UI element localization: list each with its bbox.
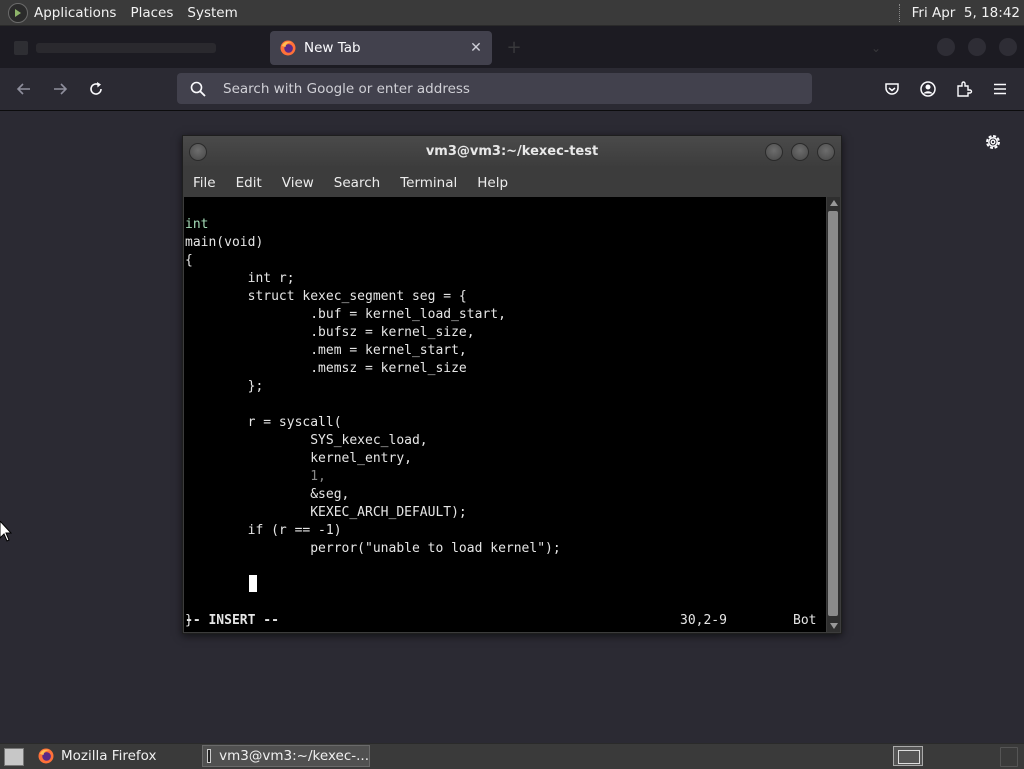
maximize-icon[interactable]: [791, 143, 809, 161]
taskbar-firefox-label: Mozilla Firefox: [61, 748, 157, 764]
taskbar-terminal-label: vm3@vm3:~/kexec-...: [219, 748, 369, 764]
pocket-icon[interactable]: [880, 77, 904, 101]
panel-clock[interactable]: Fri Apr 5, 18:42: [912, 5, 1020, 21]
panel-separator: [898, 3, 902, 22]
code-line: int: [185, 217, 209, 232]
gear-icon[interactable]: [982, 131, 1004, 153]
vim-mode-indicator: -- INSERT --: [185, 613, 279, 628]
code-line: perror("unable to load kernel");: [185, 541, 561, 556]
show-desktop-icon[interactable]: [4, 748, 24, 766]
scroll-up-arrow-icon[interactable]: [830, 200, 838, 206]
terminal-scrollbar[interactable]: [827, 197, 840, 632]
browser-tab-bar: New Tab ✕ + ⌄: [0, 26, 1024, 68]
bottom-panel: Mozilla Firefox vm3@vm3:~/kexec-...: [0, 743, 1024, 769]
menu-terminal[interactable]: Terminal: [390, 175, 467, 191]
code-line: if (r == -1): [185, 523, 342, 538]
firefox-logo-icon: [280, 40, 296, 56]
scroll-down-arrow-icon[interactable]: [830, 623, 838, 629]
close-tab-icon[interactable]: ✕: [466, 40, 486, 56]
browser-nav-bar: [0, 68, 1024, 111]
menu-search[interactable]: Search: [324, 175, 390, 191]
code-line: .mem = kernel_start,: [185, 343, 467, 358]
menu-view[interactable]: View: [272, 175, 324, 191]
list-tabs-chevron-icon[interactable]: ⌄: [866, 38, 886, 58]
tab-title-placeholder: [36, 43, 216, 53]
code-line: .buf = kernel_load_start,: [185, 307, 506, 322]
vim-scroll-position: Bot: [793, 613, 817, 628]
menu-system[interactable]: System: [187, 5, 237, 21]
menu-help[interactable]: Help: [467, 175, 518, 191]
back-arrow-icon[interactable]: [12, 77, 36, 101]
close-icon[interactable]: [817, 143, 835, 161]
vim-cursor-position: 30,2-9: [680, 613, 727, 628]
code-line: main(void): [185, 235, 264, 250]
code-line: kernel_entry,: [185, 451, 412, 466]
applications-logo-icon[interactable]: [8, 2, 28, 23]
menu-edit[interactable]: Edit: [226, 175, 272, 191]
code-line: };: [185, 379, 264, 394]
terminal-title: vm3@vm3:~/kexec-test: [425, 144, 599, 159]
reload-icon[interactable]: [84, 77, 108, 101]
code-line: SYS_kexec_load,: [185, 433, 428, 448]
address-input[interactable]: [221, 79, 812, 98]
code-line: &seg,: [185, 487, 350, 502]
background-tab[interactable]: [8, 34, 268, 62]
text-cursor: [249, 575, 257, 592]
mouse-pointer-icon: [0, 521, 12, 542]
menu-places[interactable]: Places: [130, 5, 173, 21]
menu-applications[interactable]: Applications: [34, 5, 116, 21]
workspace-switcher[interactable]: [893, 746, 923, 766]
menu-file[interactable]: File: [183, 175, 226, 191]
forward-arrow-icon[interactable]: [48, 77, 72, 101]
minimize-window-icon[interactable]: [937, 38, 955, 56]
search-icon: [190, 81, 206, 97]
terminal-menubar: File Edit View Search Terminal Help: [183, 168, 841, 197]
trash-icon[interactable]: [1000, 747, 1018, 767]
code-line: .bufsz = kernel_size,: [185, 325, 475, 340]
taskbar-firefox[interactable]: Mozilla Firefox: [34, 745, 198, 767]
firefox-logo-icon: [38, 748, 54, 764]
maximize-window-icon[interactable]: [968, 38, 986, 56]
code-line: int r;: [185, 271, 295, 286]
tab-favicon-icon: [14, 41, 28, 55]
code-line: {: [185, 253, 193, 268]
new-tab-button[interactable]: +: [504, 38, 524, 58]
hamburger-menu-icon[interactable]: [988, 77, 1012, 101]
terminal-window[interactable]: vm3@vm3:~/kexec-test File Edit View Sear…: [182, 135, 842, 634]
terminal-text-area[interactable]: int main(void) { int r; struct kexec_seg…: [184, 197, 826, 632]
account-icon[interactable]: [916, 77, 940, 101]
terminal-titlebar[interactable]: vm3@vm3:~/kexec-test: [183, 136, 841, 168]
code-line: KEXEC_ARCH_DEFAULT);: [185, 505, 467, 520]
minimize-icon[interactable]: [765, 143, 783, 161]
top-panel: Applications Places System Fri Apr 5, 18…: [0, 0, 1024, 26]
code-line: struct kexec_segment seg = {: [185, 289, 467, 304]
code-line: 1,: [185, 469, 326, 484]
vim-buffer: int main(void) { int r; struct kexec_seg…: [185, 216, 561, 630]
taskbar-terminal[interactable]: vm3@vm3:~/kexec-...: [202, 745, 370, 767]
terminal-icon: [207, 749, 212, 763]
close-window-icon[interactable]: [999, 38, 1017, 56]
tab-new-tab[interactable]: New Tab ✕: [270, 31, 492, 65]
code-line: .memsz = kernel_size: [185, 361, 467, 376]
workspace-icon: [898, 750, 920, 764]
tab-title: New Tab: [304, 40, 361, 56]
scrollbar-thumb[interactable]: [828, 211, 838, 616]
extensions-icon[interactable]: [952, 77, 976, 101]
code-line: r = syscall(: [185, 415, 342, 430]
address-bar[interactable]: [177, 73, 812, 104]
